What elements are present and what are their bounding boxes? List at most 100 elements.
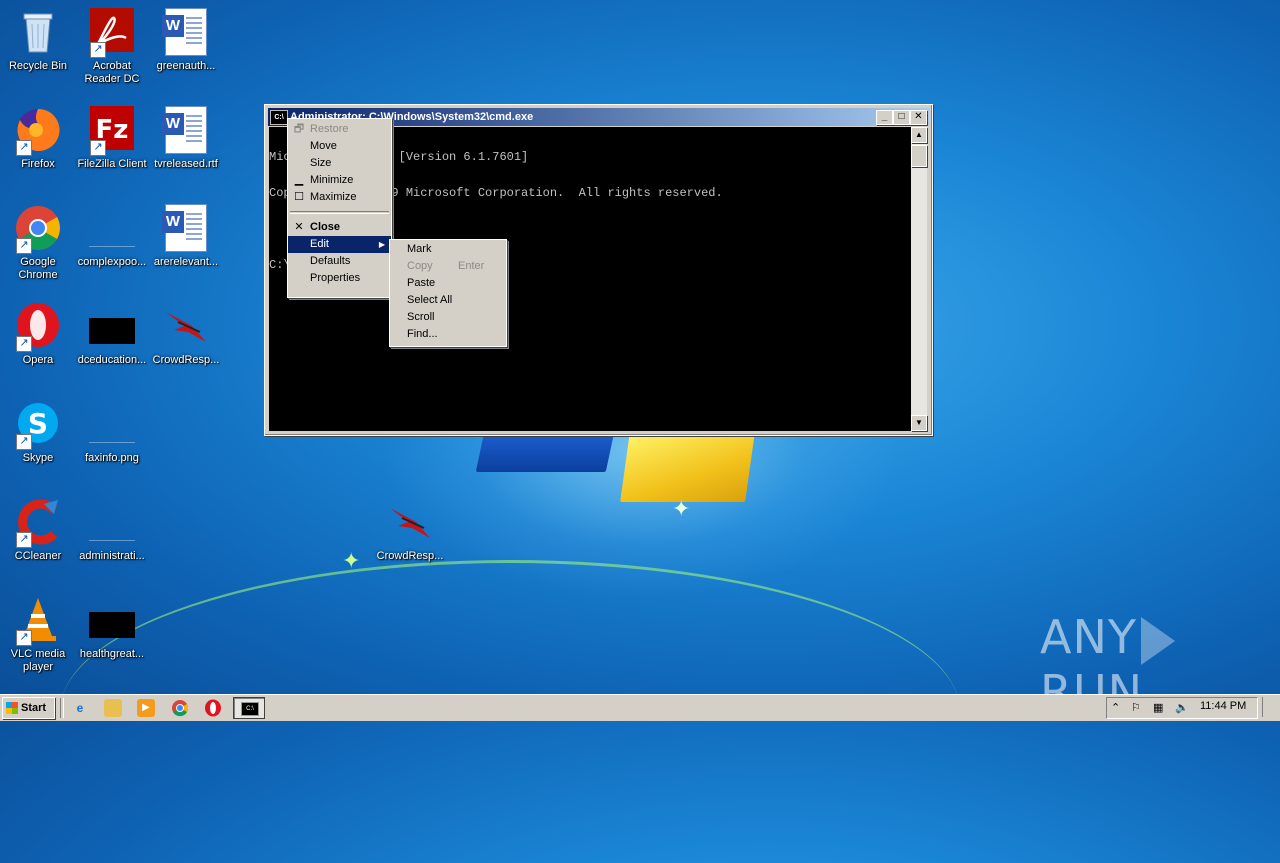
taskbar: Start e ▶ C:\ ⌃ ⚐ ▦ 🔈 11:44 PM [0,694,1280,721]
sparkle-icon: ✦ [672,496,691,521]
word-document-icon: W [162,8,210,56]
desktop-icon-chrome[interactable]: ↗ Google Chrome [0,204,76,282]
desktop-icon-greenauth[interactable]: W greenauth... [148,8,224,73]
desktop-icon-label: Skype [22,452,54,464]
menu-item-edit[interactable]: Edit ▶ [288,236,391,253]
maximize-icon: ☐ [294,191,304,203]
menu-item-label: Move [310,140,337,152]
desktop-icon-label: Opera [22,354,54,366]
desktop-icon-opera[interactable]: ↗ Opera [0,302,76,367]
desktop-icon-healthgreat[interactable]: healthgreat... [74,596,150,661]
desktop-icon-tvreleased[interactable]: W tvreleased.rtf [148,106,224,171]
menu-item-label: Minimize [310,174,354,186]
firefox-icon: ↗ [14,106,62,156]
maximize-button[interactable]: □ [893,110,910,125]
skype-icon: S ↗ [14,400,62,450]
desktop-icon-vlc[interactable]: ↗ VLC media player [0,596,76,674]
desktop-icon-recycle-bin[interactable]: Recycle Bin [0,8,76,73]
desktop-icon-complexpoo[interactable]: complexpoo... [74,204,150,269]
menu-item-label: Defaults [310,255,351,267]
desktop-icon-filezilla[interactable]: Fz ↗ FileZilla Client [74,106,150,171]
scroll-down-icon[interactable]: ▼ [911,415,927,431]
desktop-icon-label: dceducation... [77,354,147,366]
menu-item-find[interactable]: Find... [390,326,506,343]
desktop-icon-label: CrowdResp... [152,354,220,366]
show-hidden-icons-icon[interactable]: ⌃ [1111,701,1120,714]
menu-item-label: Mark [407,243,432,255]
explorer-icon[interactable] [104,699,122,717]
desktop-icon-label: arerelevant... [153,256,219,268]
word-document-icon: W [162,106,210,154]
menu-item-move[interactable]: Move [288,138,391,155]
desktop-icon-faxinfo[interactable]: faxinfo.png [74,400,150,465]
desktop-icon-label: complexpoo... [77,256,147,268]
menu-item-select-all[interactable]: Select All [390,292,506,309]
opera-icon[interactable] [204,699,222,717]
action-center-flag-icon[interactable]: ⚐ [1131,701,1141,714]
shortcut-arrow-icon: ↗ [90,42,106,58]
menu-item-minimize[interactable]: ▁ Minimize [288,172,391,189]
desktop-icon-ccleaner[interactable]: ↗ CCleaner [0,498,76,563]
menu-item-accelerator: Enter [458,260,485,272]
desktop-icon-firefox[interactable]: ↗ Firefox [0,106,76,171]
menu-item-maximize[interactable]: ☐ Maximize [288,189,391,206]
cmd-icon: C:\ [241,702,259,716]
menu-item-paste[interactable]: Paste [390,275,506,292]
media-player-icon[interactable]: ▶ [137,699,155,717]
menu-item-label: Copy [407,260,433,272]
shortcut-arrow-icon: ↗ [16,630,32,646]
menu-item-close[interactable]: ✕ Close [288,219,391,236]
menu-item-properties[interactable]: Properties [288,270,391,287]
desktop-icon-label: administrati... [79,550,145,562]
menu-item-scroll[interactable]: Scroll [390,309,506,326]
volume-icon[interactable]: 🔈 [1175,701,1189,714]
edit-submenu[interactable]: Mark Copy Enter Paste Select All Scroll F… [389,239,507,347]
wallpaper-logo-blue [475,432,615,472]
desktop-icon-label: FileZilla Client [77,158,147,170]
vertical-scrollbar[interactable]: ▲ ▼ [911,127,927,431]
word-document-icon: W [162,204,210,252]
menu-item-restore[interactable]: 🗗 Restore [288,121,391,138]
desktop-icon-label: tvreleased.rtf [154,158,218,170]
desktop-icon-administrati[interactable]: administrati... [74,498,150,563]
start-label: Start [21,702,47,714]
filezilla-icon: Fz ↗ [88,106,136,156]
desktop-icon-crowdresp-2[interactable]: CrowdResp... [372,498,448,563]
crowdresponse-icon [162,302,210,350]
play-icon [1140,616,1175,665]
shortcut-arrow-icon: ↗ [16,336,32,352]
close-icon: ✕ [294,221,304,233]
desktop-icon-acrobat[interactable]: ↗ Acrobat Reader DC [74,8,150,86]
menu-item-defaults[interactable]: Defaults [288,253,391,270]
cmd-system-icon[interactable]: C:\ [270,110,288,125]
menu-item-mark[interactable]: Mark [390,241,506,258]
acrobat-icon: ↗ [88,8,136,58]
chrome-icon: ↗ [14,204,62,254]
chrome-icon[interactable] [171,699,189,717]
file-icon [88,498,136,546]
sparkle-icon: ✦ [342,548,361,573]
menu-item-label: Maximize [310,191,357,203]
system-menu[interactable]: 🗗 Restore Move Size ▁ Minimize ☐ Maximize ✕… [287,118,392,298]
close-button[interactable]: ✕ [910,110,927,125]
desktop-icon-crowdresp[interactable]: CrowdResp... [148,302,224,367]
scroll-thumb[interactable] [911,145,927,167]
start-button[interactable]: Start [2,697,55,719]
image-file-icon [88,302,136,350]
minimize-button[interactable]: _ [876,110,893,125]
desktop-icon-label: faxinfo.png [85,452,139,464]
desktop-icon-arerelevant[interactable]: W arerelevant... [148,204,224,269]
desktop-icon-dceducation[interactable]: dceducation... [74,302,150,367]
menu-item-size[interactable]: Size [288,155,391,172]
taskbar-item-cmd[interactable]: C:\ [233,697,265,719]
menu-item-copy[interactable]: Copy Enter [390,258,506,275]
wallpaper-logo-yellow [620,432,755,502]
show-desktop-button[interactable] [1262,697,1279,717]
opera-icon: ↗ [14,302,62,352]
network-icon[interactable]: ▦ [1153,701,1163,714]
ie-icon[interactable]: e [71,699,89,717]
clock[interactable]: 11:44 PM [1200,700,1246,712]
desktop-icon-skype[interactable]: S ↗ Skype [0,400,76,465]
image-file-icon [88,596,136,644]
scroll-up-icon[interactable]: ▲ [911,127,927,143]
